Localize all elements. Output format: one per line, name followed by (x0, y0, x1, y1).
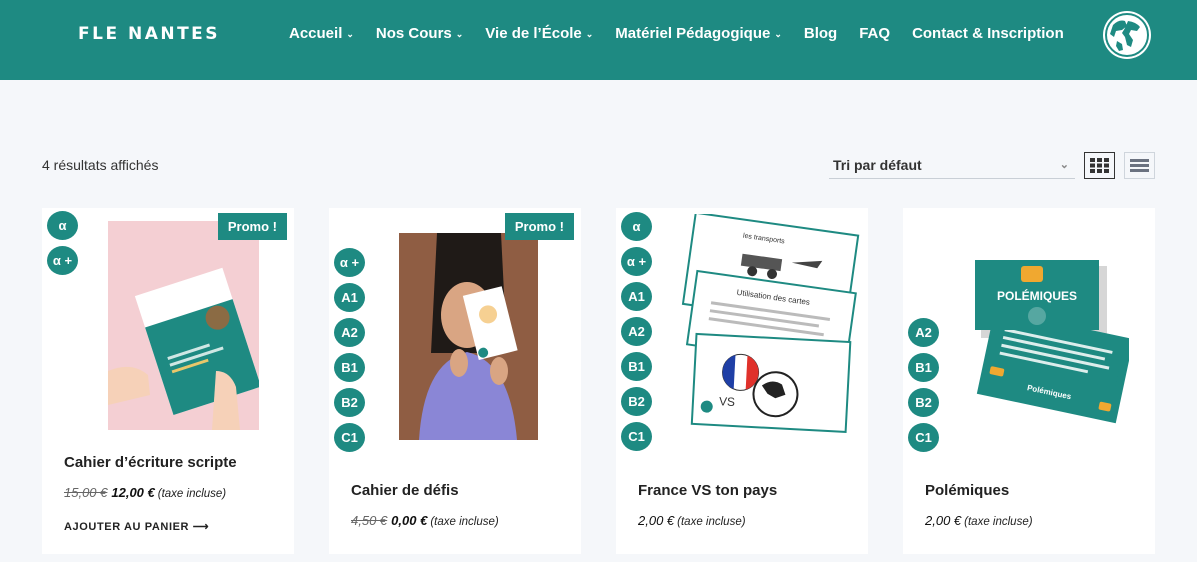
product-card[interactable]: α α + Promo ! Cahier d’écriture scripte … (42, 208, 294, 554)
product-price: 2,00 € (taxe incluse) (638, 513, 746, 528)
chevron-down-icon: ⌄ (1059, 159, 1069, 171)
globe-icon[interactable] (1103, 11, 1151, 59)
promo-badge: Promo ! (217, 213, 287, 240)
nav-label: Contact & Inscription (912, 25, 1064, 42)
product-name[interactable]: Cahier de défis (351, 482, 459, 499)
tax-note: (taxe incluse) (677, 516, 746, 528)
sort-select[interactable]: Tri par défaut ⌄ (829, 153, 1075, 179)
chevron-down-icon: ⌄ (585, 29, 594, 39)
card-title: POLÉMIQUES (997, 288, 1077, 303)
product-name[interactable]: Cahier d’écriture scripte (64, 454, 237, 471)
level-badge: α + (621, 247, 652, 276)
current-price: 2,00 € (638, 513, 675, 528)
level-badge: B2 (908, 388, 939, 417)
level-badge: B1 (334, 353, 365, 382)
nav-accueil[interactable]: Accueil ⌄ (289, 25, 354, 42)
level-badge: B2 (334, 388, 365, 417)
level-badge: α (47, 211, 78, 240)
product-image[interactable]: Polémiques POLÉMIQUES (969, 252, 1134, 428)
add-to-cart-label: AJOUTER AU PANIER (64, 521, 190, 533)
nav-label: Matériel Pédagogique (615, 25, 771, 42)
nav-blog[interactable]: Blog (804, 25, 837, 42)
level-badge: C1 (908, 423, 939, 452)
level-badge: A1 (334, 283, 365, 312)
list-icon (1130, 159, 1149, 172)
current-price: 12,00 € (111, 485, 155, 500)
chevron-down-icon: ⌄ (455, 29, 464, 39)
level-badge: A2 (334, 318, 365, 347)
sort-selected-label: Tri par défaut (833, 157, 922, 173)
nav-label: Blog (803, 25, 838, 42)
grid-view-button[interactable] (1084, 152, 1115, 179)
nav-contact[interactable]: Contact & Inscription (912, 25, 1064, 42)
tax-note: (taxe incluse) (430, 516, 499, 528)
results-count: 4 résultats affichés (42, 157, 159, 173)
card-text: VS (719, 394, 736, 409)
promo-badge: Promo ! (504, 213, 574, 240)
tax-note: (taxe incluse) (964, 516, 1033, 528)
nav-label: Vie de l’École (485, 25, 582, 42)
chevron-down-icon: ⌄ (774, 29, 782, 39)
arrow-right-icon: ⟶ (192, 521, 210, 533)
nav-label: Nos Cours (375, 25, 452, 42)
product-name[interactable]: Polémiques (925, 482, 1009, 499)
old-price: 15,00 € (64, 485, 108, 500)
grid-icon (1090, 158, 1109, 173)
chevron-down-icon: ⌄ (346, 29, 354, 39)
current-price: 0,00 € (391, 513, 428, 528)
level-badge: C1 (334, 423, 365, 452)
level-badge: C1 (621, 422, 652, 451)
level-badge: A2 (908, 318, 939, 347)
add-to-cart-button[interactable]: AJOUTER AU PANIER ⟶ (64, 520, 209, 533)
product-card[interactable]: α + A1 A2 B1 B2 C1 Promo ! Cahier de déf… (329, 208, 581, 554)
nav-materiel[interactable]: Matériel Pédagogique ⌄ (615, 25, 782, 42)
level-badge: B2 (621, 387, 652, 416)
site-logo[interactable]: FLE NANTES (78, 24, 220, 44)
level-badge: B1 (908, 353, 939, 382)
product-image[interactable] (399, 233, 538, 440)
product-image[interactable]: les transports Utilisation des cartes VS (680, 211, 864, 440)
level-badge: α + (47, 246, 78, 275)
level-badge: A1 (621, 282, 652, 311)
list-view-button[interactable] (1124, 152, 1155, 179)
product-name[interactable]: France VS ton pays (638, 482, 777, 499)
level-badge: α (621, 212, 652, 241)
level-badge: α + (334, 248, 365, 277)
nav-label: Accueil (289, 25, 343, 42)
nav-label: FAQ (859, 25, 891, 42)
product-image[interactable] (108, 221, 259, 430)
product-card[interactable]: Polémiques POLÉMIQUES A2 B1 B2 C1 Polémi… (903, 208, 1155, 554)
main-nav: Accueil ⌄ Nos Cours ⌄ Vie de l’École ⌄ Maté… (289, 25, 1086, 42)
nav-faq[interactable]: FAQ (859, 25, 890, 42)
level-badge: A2 (621, 317, 652, 346)
level-badge: B1 (621, 352, 652, 381)
site-header: FLE NANTES Accueil ⌄ Nos Cours ⌄ Vie de l’… (0, 0, 1197, 80)
current-price: 2,00 € (925, 513, 962, 528)
nav-vie-ecole[interactable]: Vie de l’École ⌄ (485, 25, 593, 42)
product-price: 4,50 €0,00 € (taxe incluse) (351, 513, 499, 528)
product-price: 2,00 € (taxe incluse) (925, 513, 1033, 528)
old-price: 4,50 € (351, 513, 388, 528)
product-card[interactable]: les transports Utilisation des cartes VS… (616, 208, 868, 554)
tax-note: (taxe incluse) (157, 488, 227, 500)
nav-nos-cours[interactable]: Nos Cours ⌄ (376, 25, 463, 42)
product-price: 15,00 €12,00 € (taxe incluse) (64, 485, 226, 500)
